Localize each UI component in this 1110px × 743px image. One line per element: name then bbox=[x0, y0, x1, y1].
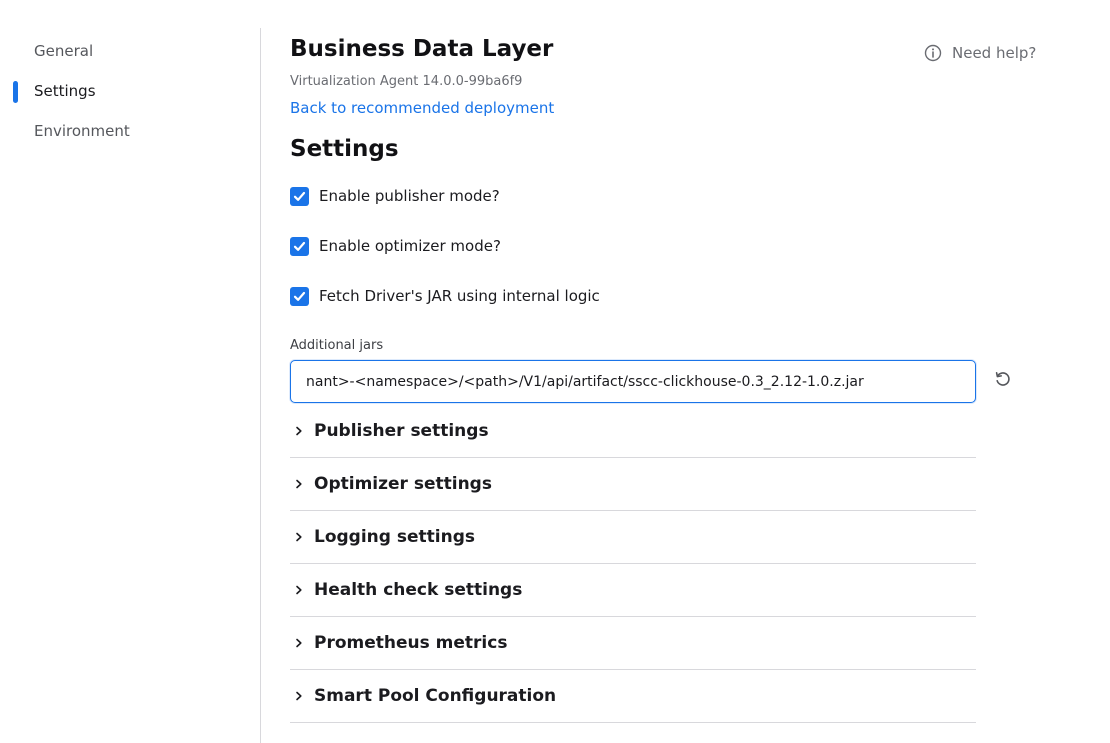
accordion-prometheus-metrics[interactable]: Prometheus metrics bbox=[290, 617, 976, 670]
chevron-right-icon bbox=[292, 638, 306, 648]
accordion-label: Smart Pool Configuration bbox=[314, 686, 557, 706]
publisher-mode-checkbox[interactable] bbox=[290, 186, 309, 206]
info-circle-icon bbox=[924, 44, 942, 62]
sidebar: General Settings Environment bbox=[0, 0, 261, 743]
chevron-right-icon bbox=[292, 691, 306, 701]
publisher-mode-label: Enable publisher mode? bbox=[319, 187, 500, 205]
page-title: Business Data Layer bbox=[290, 36, 554, 62]
reset-jars-button[interactable] bbox=[992, 370, 1014, 392]
additional-jars-label: Additional jars bbox=[290, 338, 384, 353]
help-label: Need help? bbox=[952, 44, 1037, 62]
sidebar-item-environment[interactable]: Environment bbox=[34, 122, 130, 140]
fetch-driver-jar-label: Fetch Driver's JAR using internal logic bbox=[319, 287, 600, 305]
accordion-logging-settings[interactable]: Logging settings bbox=[290, 511, 976, 564]
sidebar-divider bbox=[260, 28, 261, 743]
optimizer-mode-checkbox-row[interactable]: Enable optimizer mode? bbox=[290, 236, 501, 256]
active-nav-indicator bbox=[13, 81, 18, 103]
accordion-smart-pool-configuration[interactable]: Smart Pool Configuration bbox=[290, 670, 976, 723]
fetch-driver-jar-checkbox-row[interactable]: Fetch Driver's JAR using internal logic bbox=[290, 286, 600, 306]
help-link[interactable]: Need help? bbox=[924, 43, 1036, 63]
accordion-label: Health check settings bbox=[314, 580, 523, 600]
accordion-optimizer-settings[interactable]: Optimizer settings bbox=[290, 458, 976, 511]
reset-icon bbox=[993, 369, 1013, 393]
page-subtitle: Virtualization Agent 14.0.0-99ba6f9 bbox=[290, 74, 523, 89]
optimizer-mode-checkbox[interactable] bbox=[290, 236, 309, 256]
optimizer-mode-label: Enable optimizer mode? bbox=[319, 237, 501, 255]
fetch-driver-jar-checkbox[interactable] bbox=[290, 286, 309, 306]
accordion-label: Logging settings bbox=[314, 527, 475, 547]
accordion-publisher-settings[interactable]: Publisher settings bbox=[290, 405, 976, 458]
sidebar-item-settings[interactable]: Settings bbox=[34, 82, 96, 100]
publisher-mode-checkbox-row[interactable]: Enable publisher mode? bbox=[290, 186, 500, 206]
chevron-right-icon bbox=[292, 585, 306, 595]
accordion-label: Optimizer settings bbox=[314, 474, 492, 494]
chevron-right-icon bbox=[292, 532, 306, 542]
additional-jars-input[interactable] bbox=[290, 360, 976, 403]
settings-heading: Settings bbox=[290, 136, 399, 162]
checkmark-icon bbox=[293, 241, 306, 251]
accordion-health-check-settings[interactable]: Health check settings bbox=[290, 564, 976, 617]
checkmark-icon bbox=[293, 191, 306, 201]
accordion-label: Prometheus metrics bbox=[314, 633, 508, 653]
sidebar-item-general[interactable]: General bbox=[34, 42, 93, 60]
back-to-recommended-link[interactable]: Back to recommended deployment bbox=[290, 99, 554, 117]
accordion-label: Publisher settings bbox=[314, 421, 489, 441]
chevron-right-icon bbox=[292, 426, 306, 436]
chevron-right-icon bbox=[292, 479, 306, 489]
checkmark-icon bbox=[293, 291, 306, 301]
